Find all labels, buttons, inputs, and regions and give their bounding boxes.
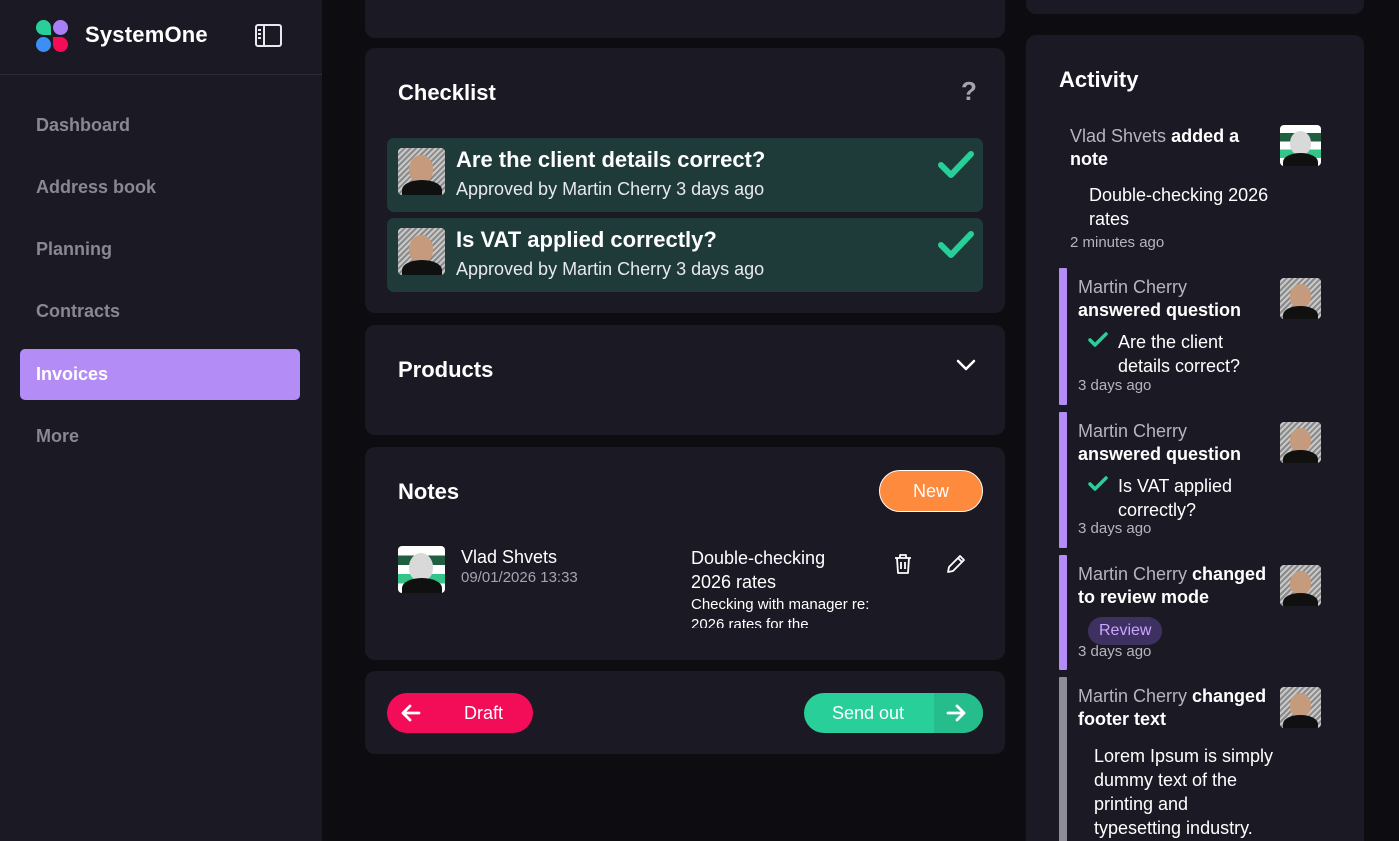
activity-time: 2 minutes ago <box>1070 234 1165 251</box>
brand-header: SystemOne <box>0 0 322 75</box>
help-icon[interactable]: ? <box>961 76 977 107</box>
activity-time: 3 days ago <box>1078 643 1152 660</box>
activity-user: Martin Cherry <box>1078 277 1188 297</box>
arrow-left-icon <box>401 704 421 722</box>
brand-name: SystemOne <box>85 22 208 47</box>
activity-bar <box>1059 677 1067 841</box>
checklist-question: Are the client details correct? <box>456 147 766 172</box>
draft-button[interactable]: Draft <box>387 693 533 733</box>
checklist-item[interactable]: Is VAT applied correctly? Approved by Ma… <box>387 218 983 292</box>
checklist-approval: Approved by Martin Cherry 3 days ago <box>456 259 765 279</box>
note-title: Double-checking 2026 rates <box>691 548 826 592</box>
activity-action: answered question <box>1078 444 1242 464</box>
activity-detail: Is VAT applied correctly? <box>1118 476 1233 520</box>
send-out-label: Send out <box>832 703 905 723</box>
sidebar-item-planning[interactable]: Planning <box>20 224 300 275</box>
activity-bar <box>1059 268 1067 405</box>
avatar <box>398 228 445 275</box>
avatar <box>398 546 445 593</box>
activity-item: Martin Cherry changed footer text Lorem … <box>1059 677 1329 841</box>
activity-time: 3 days ago <box>1078 377 1152 394</box>
checklist-approval: Approved by Martin Cherry 3 days ago <box>456 179 765 199</box>
sidebar: SystemOne Dashboard Address book Plannin… <box>0 0 322 841</box>
sidebar-item-contracts[interactable]: Contracts <box>20 286 300 337</box>
note-date: 09/01/2026 13:33 <box>461 569 578 586</box>
avatar <box>1280 687 1321 728</box>
checklist-title: Checklist <box>398 80 496 105</box>
note-body: Checking with manager re: 2026 rates for… <box>691 596 870 628</box>
checklist-card: Checklist ? Are the client details corre… <box>365 48 1005 313</box>
activity-bar <box>1059 412 1067 548</box>
send-out-button[interactable]: Send out <box>804 693 983 733</box>
chevron-down-icon[interactable] <box>955 358 977 372</box>
sidebar-item-more[interactable]: More <box>20 411 300 462</box>
send-arrow-zone <box>934 693 983 733</box>
activity-item: Martin Cherry answered question Is VAT a… <box>1059 412 1329 548</box>
avatar <box>398 148 445 195</box>
check-icon <box>1088 476 1108 491</box>
status-badge: Review <box>1088 617 1163 645</box>
sidebar-item-address-book[interactable]: Address book <box>20 162 300 213</box>
check-icon <box>1088 332 1108 347</box>
products-title: Products <box>398 357 494 382</box>
previous-card <box>365 0 1005 38</box>
draft-label: Draft <box>464 703 504 723</box>
sidebar-item-dashboard[interactable]: Dashboard <box>20 100 300 151</box>
sidebar-item-invoices[interactable]: Invoices <box>20 349 300 400</box>
activity-user: Martin Cherry <box>1078 686 1188 706</box>
activity-item: Martin Cherry changed to review mode Rev… <box>1059 555 1329 670</box>
activity-item: Vlad Shvets added a note Double-checking… <box>1059 115 1329 253</box>
activity-item: Martin Cherry answered question Are the … <box>1059 268 1329 405</box>
activity-detail: Are the client details correct? <box>1118 332 1241 376</box>
activity-detail: Lorem Ipsum is simply dummy text of the … <box>1094 746 1274 838</box>
activity-action: answered question <box>1078 300 1242 320</box>
note-author: Vlad Shvets <box>461 547 558 567</box>
activity-title: Activity <box>1059 67 1139 92</box>
products-card[interactable]: Products <box>365 325 1005 435</box>
check-icon <box>938 231 974 258</box>
activity-user: Vlad Shvets <box>1070 126 1167 146</box>
checklist-question: Is VAT applied correctly? <box>456 227 717 252</box>
avatar <box>1280 422 1321 463</box>
new-note-button[interactable]: New <box>879 470 983 512</box>
activity-user: Martin Cherry <box>1078 564 1188 584</box>
avatar <box>1280 125 1321 166</box>
notes-title: Notes <box>398 479 460 504</box>
arrow-right-icon <box>946 704 966 722</box>
notes-card: Notes New Vlad Shvets 09/01/2026 13:33 D… <box>365 447 1005 660</box>
activity-time: 3 days ago <box>1078 520 1152 537</box>
activity-user: Martin Cherry <box>1078 421 1188 441</box>
activity-bar <box>1059 555 1067 670</box>
footer-actions-card: Draft Send out <box>365 671 1005 754</box>
systemone-logo <box>36 20 70 52</box>
avatar <box>1280 278 1321 319</box>
previous-side-card <box>1026 0 1364 14</box>
checklist-item[interactable]: Are the client details correct? Approved… <box>387 138 983 212</box>
activity-card: Activity Vlad Shvets added a note Double… <box>1026 35 1364 841</box>
pencil-icon[interactable] <box>945 553 967 575</box>
trash-icon[interactable] <box>893 553 913 575</box>
check-icon <box>938 151 974 178</box>
sidebar-toggle-icon[interactable] <box>255 24 282 47</box>
avatar <box>1280 565 1321 606</box>
activity-detail: Double-checking 2026 rates <box>1089 185 1269 229</box>
